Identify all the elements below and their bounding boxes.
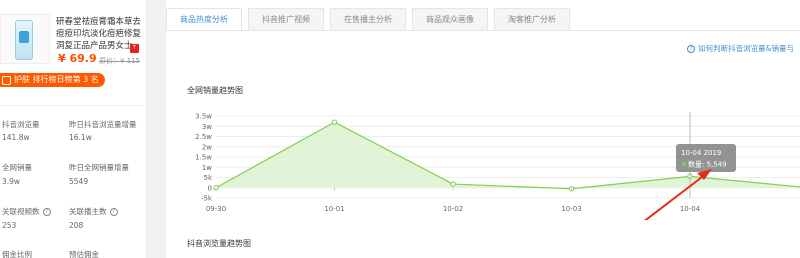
stat-label-sales-increment: 昨日全网销量增量 xyxy=(69,163,129,172)
stat-value-related-videos: 253 xyxy=(2,221,17,230)
x-tick-label: 10-03 xyxy=(561,205,581,213)
stat-value-views-increment: 16.1w xyxy=(69,133,92,142)
rank-badge[interactable]: 护肤 排行榜日榜第 3 名 xyxy=(0,73,105,87)
product-price: ¥ 69.9 xyxy=(58,52,97,65)
y-tick-label: 2w xyxy=(202,143,212,151)
tab-douyin-videos[interactable]: 抖音推广视频 xyxy=(248,8,324,30)
help-link-label: 如何判断抖音浏览量&销量与 xyxy=(698,44,794,53)
tooltip-value: 数量: 5,549 xyxy=(688,160,727,169)
sales-trend-chart: 3.5w 3w 2.5w 2w 1.5w 1w 5k 0 -5k 09-30 10-01 10-02 1… xyxy=(195,112,800,220)
rank-badge-label: 护肤 排行榜日榜第 3 名 xyxy=(14,75,99,84)
y-tick-label: 3.5w xyxy=(195,113,212,121)
stat-label-views-increment: 昨日抖音浏览量增量 xyxy=(69,120,137,129)
data-point xyxy=(450,181,456,187)
tab-bloggers[interactable]: 在售播主分析 xyxy=(330,8,406,30)
y-tick-label: 1.5w xyxy=(195,154,212,162)
stat-label-related-bloggers: 关联播主数? xyxy=(69,206,118,217)
help-link[interactable]: ? 如何判断抖音浏览量&销量与 xyxy=(687,43,794,54)
x-tick-label: 10-04 xyxy=(680,205,701,213)
chart2-title: 抖音浏览量趋势图 xyxy=(187,239,251,248)
stat-value-sales-increment: 5549 xyxy=(69,177,89,186)
y-tick-label: 1w xyxy=(202,164,212,172)
stat-label-commission-rate: 佣金比例 xyxy=(2,250,32,258)
x-tick-label: 09-30 xyxy=(206,205,226,213)
x-tick-label: 10-01 xyxy=(324,205,344,213)
stat-label-estimated-commission: 预估佣金 xyxy=(69,250,99,258)
stat-label-douyin-views: 抖音浏览量 xyxy=(2,120,40,129)
tab-taoke[interactable]: 淘客推广分析 xyxy=(494,8,570,30)
y-tick-label: 0 xyxy=(208,184,212,192)
help-icon[interactable]: ? xyxy=(42,208,51,216)
tab-bar: 商品热度分析 抖音推广视频 在售播主分析 商品观众画像 淘客推广分析 xyxy=(166,8,576,30)
y-tick-label: 3w xyxy=(202,123,212,131)
stat-value-douyin-views: 141.8w xyxy=(2,133,30,142)
stat-value-total-sales: 3.9w xyxy=(2,177,21,186)
question-icon: ? xyxy=(687,44,696,53)
stat-value-related-bloggers: 208 xyxy=(69,221,84,230)
y-tick-label: -5k xyxy=(201,195,213,203)
chart-title: 全网销量趋势图 xyxy=(187,86,243,95)
tab-product-heat[interactable]: 商品热度分析 xyxy=(166,8,242,30)
stat-label-total-sales: 全网销量 xyxy=(2,163,32,172)
x-tick-label: 10-02 xyxy=(443,205,463,213)
help-icon[interactable]: ? xyxy=(109,208,118,216)
analysis-panel: 商品热度分析 抖音推广视频 在售播主分析 商品观众画像 淘客推广分析 ? 如何判… xyxy=(166,0,800,258)
tab-audience[interactable]: 商品观众画像 xyxy=(412,8,488,30)
data-point xyxy=(331,119,338,125)
tooltip-series-dot xyxy=(682,162,686,166)
trophy-icon xyxy=(2,75,11,85)
y-tick-label: 5k xyxy=(203,174,212,182)
product-panel: 研春堂祛痘膏霜本草去痘痘印坑淡化痘疤修复洞复正品产品男女士 T ¥ 69.9 原… xyxy=(0,0,147,258)
tmall-badge: T xyxy=(130,44,139,53)
y-tick-label: 2.5w xyxy=(195,133,212,141)
product-image[interactable] xyxy=(0,14,50,64)
original-price: 原价：¥ 115 xyxy=(99,57,141,65)
tooltip-title: 10-04 2019 xyxy=(681,149,721,157)
stat-label-related-videos: 关联视频数? xyxy=(2,206,51,217)
